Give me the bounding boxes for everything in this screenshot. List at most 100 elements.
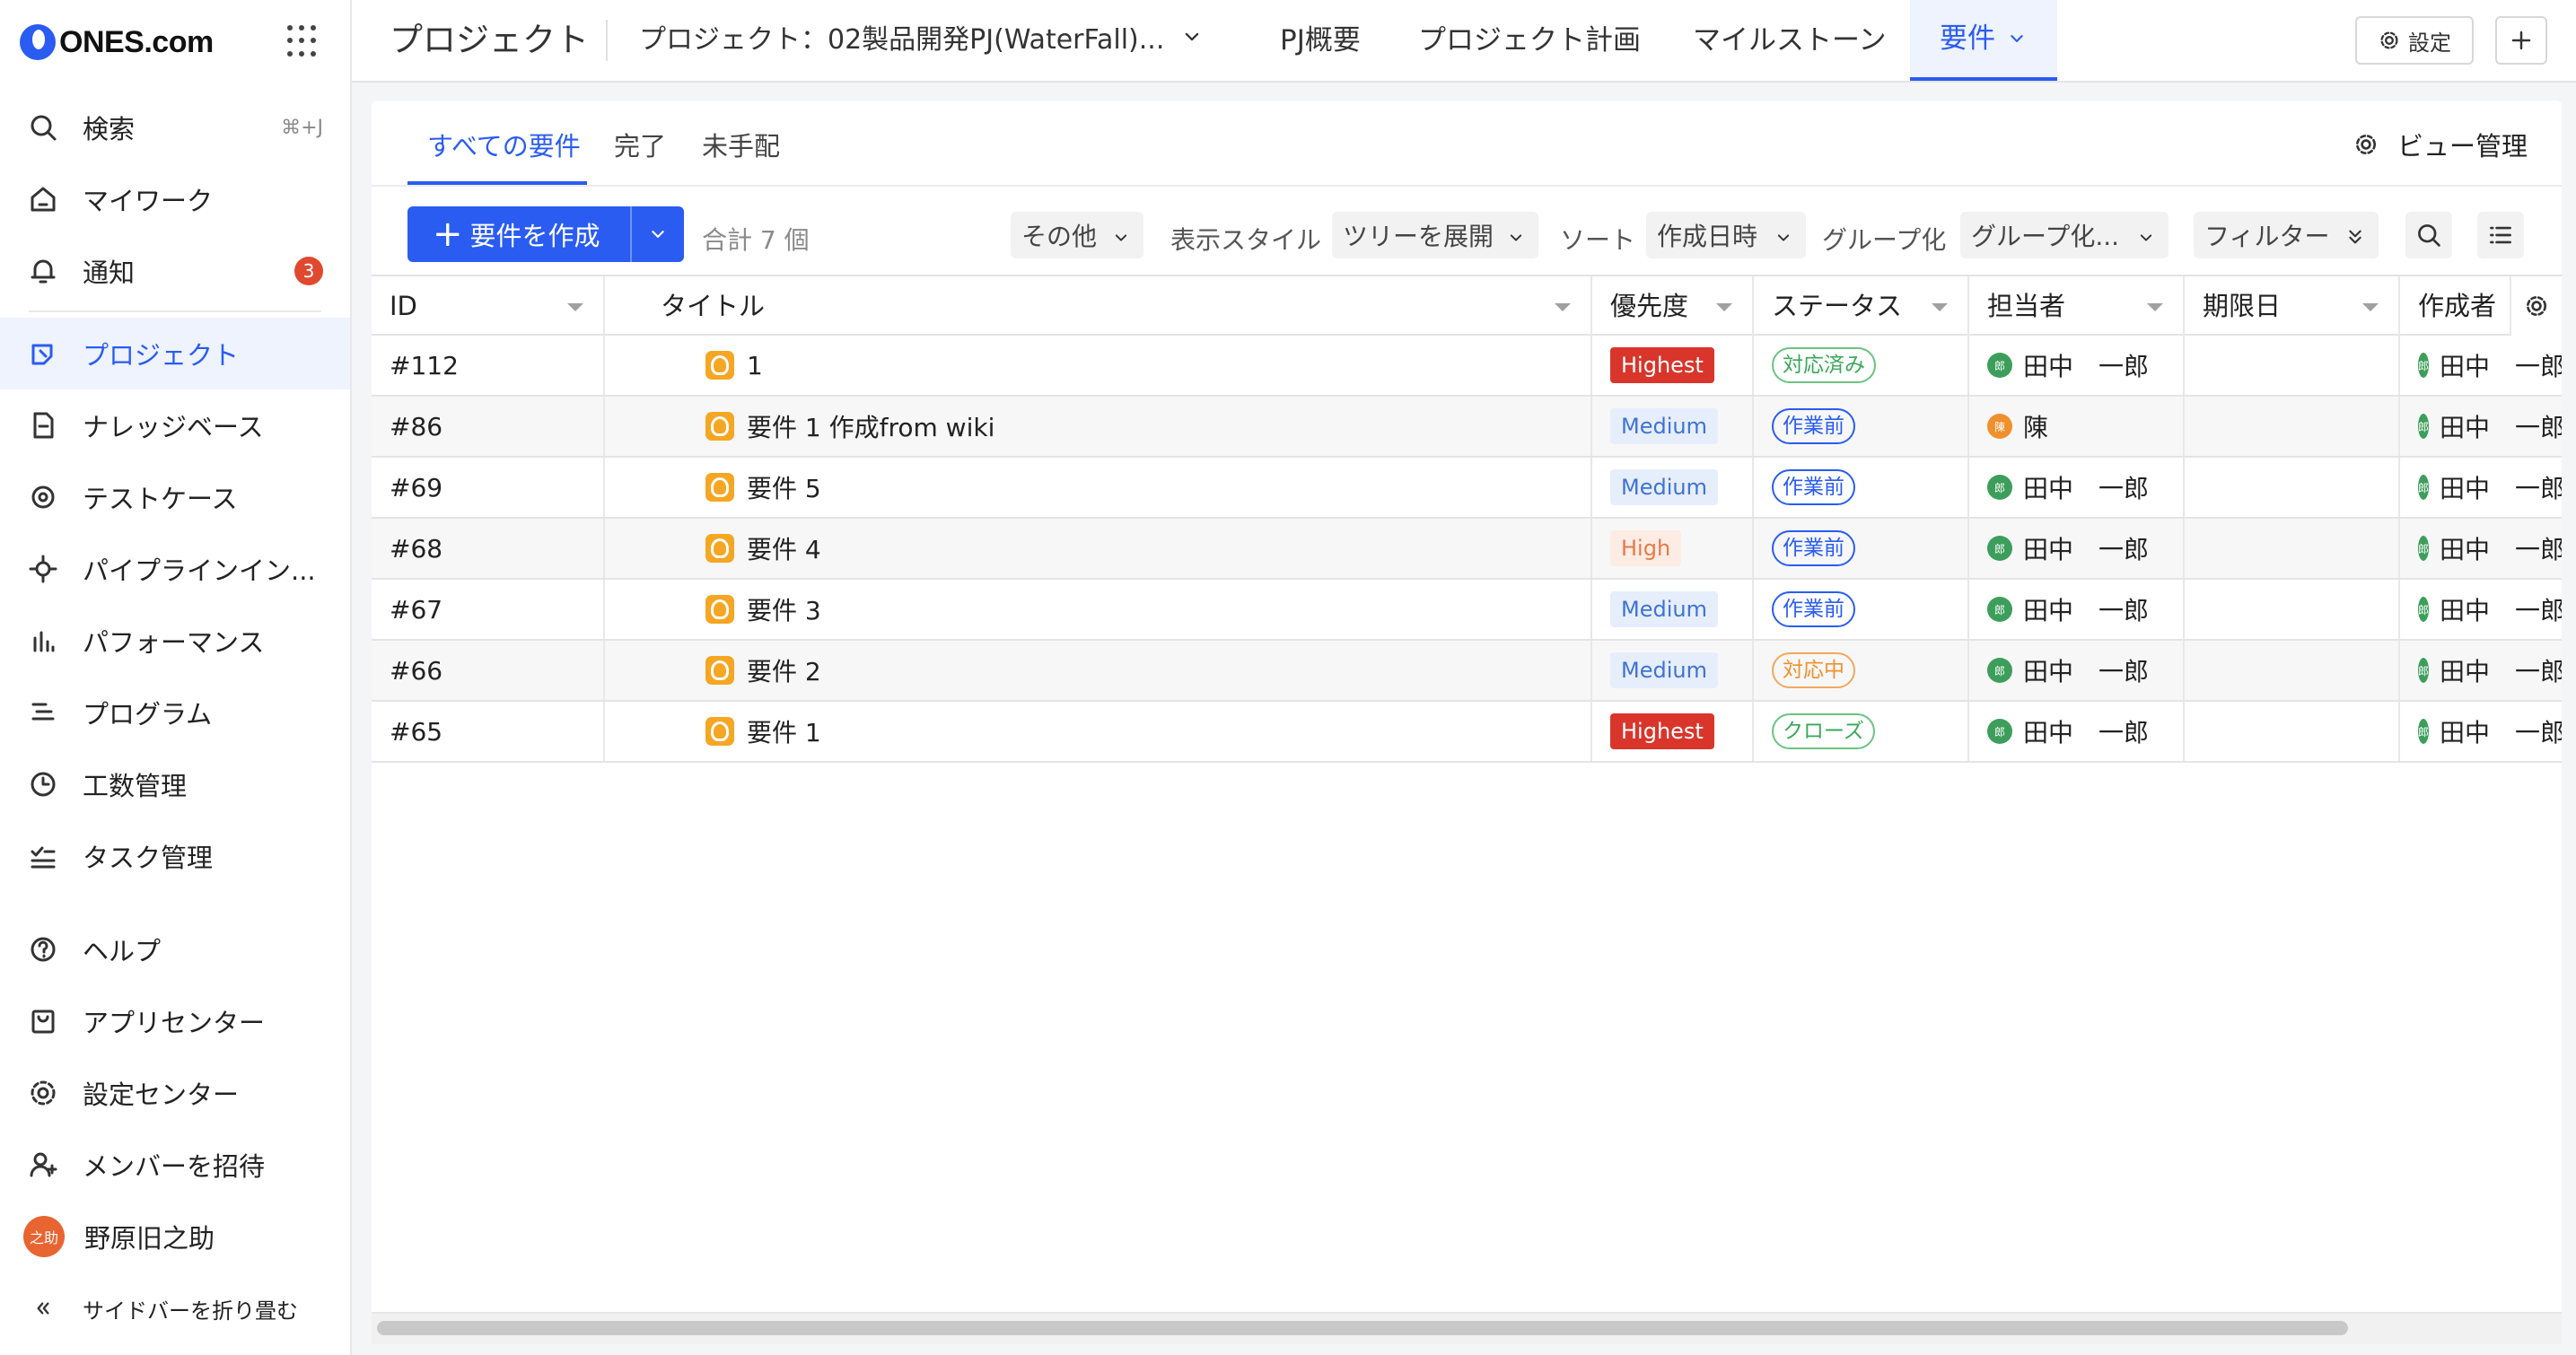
project-selector[interactable]: プロジェクト：02製品開発PJ(WaterFall)...: [639, 0, 1204, 81]
sidebar-item-pipeline[interactable]: パイプラインイン...: [0, 533, 350, 605]
add-button[interactable]: [2495, 16, 2547, 65]
tab-requirements[interactable]: 要件: [1910, 0, 2057, 81]
sidebar-item-notifications[interactable]: 通知 3: [0, 235, 350, 307]
requirement-title[interactable]: 要件 4: [747, 530, 821, 566]
sort-caret-icon[interactable]: [1555, 303, 1571, 311]
cell-priority[interactable]: Medium: [1592, 397, 1754, 456]
requirement-title[interactable]: 要件 2: [747, 652, 821, 688]
cell-id[interactable]: #69: [372, 458, 605, 517]
cell-assignee[interactable]: 郎田中 一郎: [1969, 702, 2185, 761]
cell-title[interactable]: 要件 1 作成from wiki: [605, 397, 1592, 456]
table-row[interactable]: #65 要件 1 Highest クローズ郎田中 一郎郎田中 一郎: [372, 702, 2562, 763]
cell-assignee[interactable]: 郎田中 一郎: [1969, 458, 2185, 517]
cell-title[interactable]: 要件 4: [605, 519, 1592, 578]
sort-dropdown[interactable]: 作成日時: [1646, 212, 1806, 258]
cell-creator[interactable]: 郎田中 一郎: [2400, 397, 2562, 456]
collapse-sidebar-button[interactable]: サイドバーを折り畳む: [0, 1272, 350, 1344]
sidebar-item-settings-center[interactable]: 設定センター: [0, 1057, 350, 1129]
requirement-title[interactable]: 要件 1: [747, 713, 821, 749]
sidebar-item-program[interactable]: プログラム: [0, 677, 350, 748]
subtab-unassigned[interactable]: 未手配: [702, 126, 780, 163]
cell-priority[interactable]: High: [1592, 519, 1754, 578]
column-header-priority[interactable]: 優先度: [1592, 276, 1754, 336]
cell-status[interactable]: 作業前: [1754, 580, 1969, 639]
subtab-all-requirements[interactable]: すべての要件: [427, 126, 581, 163]
filter-button[interactable]: フィルター: [2194, 212, 2379, 258]
sidebar-item-help[interactable]: ヘルプ: [0, 914, 350, 985]
cell-priority[interactable]: Highest: [1592, 336, 1754, 395]
cell-priority[interactable]: Medium: [1592, 641, 1754, 700]
cell-title[interactable]: 要件 1: [605, 702, 1592, 761]
cell-assignee[interactable]: 郎田中 一郎: [1969, 519, 2185, 578]
column-header-title[interactable]: タイトル: [605, 276, 1592, 336]
table-row[interactable]: #68 要件 4 High 作業前郎田中 一郎郎田中 一郎: [372, 519, 2562, 580]
sidebar-item-search[interactable]: 検索 ⌘+J: [0, 92, 350, 163]
sidebar-item-user[interactable]: 之助 野原旧之助: [0, 1201, 350, 1272]
table-row[interactable]: #69 要件 5 Medium 作業前郎田中 一郎郎田中 一郎: [372, 458, 2562, 519]
requirement-title[interactable]: 要件 3: [747, 591, 821, 627]
cell-status[interactable]: クローズ: [1754, 702, 1969, 761]
cell-due-date[interactable]: [2185, 580, 2400, 639]
requirement-title[interactable]: 要件 1 作成from wiki: [747, 408, 994, 444]
view-management-button[interactable]: ビュー管理: [2353, 126, 2528, 163]
cell-creator[interactable]: 郎田中 一郎: [2400, 519, 2562, 578]
cell-creator[interactable]: 郎田中 一郎: [2400, 702, 2562, 761]
sidebar-item-invite-member[interactable]: メンバーを招待: [0, 1129, 350, 1201]
cell-id[interactable]: #86: [372, 397, 605, 456]
cell-assignee[interactable]: 陳陳: [1969, 397, 2185, 456]
cell-priority[interactable]: Highest: [1592, 702, 1754, 761]
sort-caret-icon[interactable]: [567, 303, 583, 311]
column-header-id[interactable]: ID: [372, 276, 605, 336]
ones-logo[interactable]: ONES.com: [20, 20, 214, 65]
tab-milestones[interactable]: マイルストーン: [1693, 0, 1886, 81]
cell-title[interactable]: 要件 2: [605, 641, 1592, 700]
cell-due-date[interactable]: [2185, 336, 2400, 395]
cell-priority[interactable]: Medium: [1592, 580, 1754, 639]
display-style-dropdown[interactable]: ツリーを展開: [1332, 212, 1538, 258]
sidebar-item-my-work[interactable]: マイワーク: [0, 163, 350, 235]
sidebar-item-app-center[interactable]: アプリセンター: [0, 985, 350, 1057]
cell-status[interactable]: 作業前: [1754, 397, 1969, 456]
cell-status[interactable]: 作業前: [1754, 519, 1969, 578]
sidebar-item-time-tracking[interactable]: 工数管理: [0, 748, 350, 820]
horizontal-scrollbar-thumb[interactable]: [377, 1321, 2348, 1335]
cell-id[interactable]: #68: [372, 519, 605, 578]
cell-creator[interactable]: 郎田中 一郎: [2400, 580, 2562, 639]
cell-status[interactable]: 対応中: [1754, 641, 1969, 700]
sort-caret-icon[interactable]: [2147, 303, 2163, 311]
column-header-status[interactable]: ステータス: [1754, 276, 1969, 336]
horizontal-scrollbar-track[interactable]: [372, 1312, 2562, 1344]
cell-due-date[interactable]: [2185, 702, 2400, 761]
cell-assignee[interactable]: 郎田中 一郎: [1969, 580, 2185, 639]
sidebar-item-knowledge-base[interactable]: ナレッジベース: [0, 389, 350, 461]
cell-creator[interactable]: 郎田中 一郎: [2400, 458, 2562, 517]
cell-id[interactable]: #67: [372, 580, 605, 639]
cell-assignee[interactable]: 郎田中 一郎: [1969, 641, 2185, 700]
table-row[interactable]: #112 1 Highest 対応済み郎田中 一郎郎田中 一郎: [372, 336, 2562, 397]
apps-grid-icon[interactable]: [287, 25, 320, 57]
cell-title[interactable]: 要件 3: [605, 580, 1592, 639]
cell-due-date[interactable]: [2185, 641, 2400, 700]
cell-title[interactable]: 1: [605, 336, 1592, 395]
cell-due-date[interactable]: [2185, 519, 2400, 578]
requirement-title[interactable]: 要件 5: [747, 469, 821, 505]
list-view-button[interactable]: [2477, 212, 2524, 258]
sort-caret-icon[interactable]: [1932, 303, 1948, 311]
cell-id[interactable]: #65: [372, 702, 605, 761]
sidebar-item-task-management[interactable]: タスク管理: [0, 820, 350, 892]
table-row[interactable]: #66 要件 2 Medium 対応中郎田中 一郎郎田中 一郎: [372, 641, 2562, 702]
table-row[interactable]: #86 要件 1 作成from wiki Medium 作業前 陳陳 郎田中 一郎: [372, 397, 2562, 458]
cell-due-date[interactable]: [2185, 458, 2400, 517]
other-dropdown[interactable]: その他: [1011, 212, 1143, 258]
sort-caret-icon[interactable]: [2362, 303, 2379, 311]
cell-due-date[interactable]: [2185, 397, 2400, 456]
column-header-due-date[interactable]: 期限日: [2185, 276, 2400, 336]
tab-project-plan[interactable]: プロジェクト計画: [1418, 0, 1641, 81]
requirement-title[interactable]: 1: [747, 351, 763, 380]
sidebar-item-test-case[interactable]: テストケース: [0, 461, 350, 533]
sidebar-item-performance[interactable]: パフォーマンス: [0, 605, 350, 677]
cell-status[interactable]: 作業前: [1754, 458, 1969, 517]
settings-button[interactable]: 設定: [2355, 16, 2474, 65]
cell-assignee[interactable]: 郎田中 一郎: [1969, 336, 2185, 395]
sort-caret-icon[interactable]: [1716, 303, 1732, 311]
